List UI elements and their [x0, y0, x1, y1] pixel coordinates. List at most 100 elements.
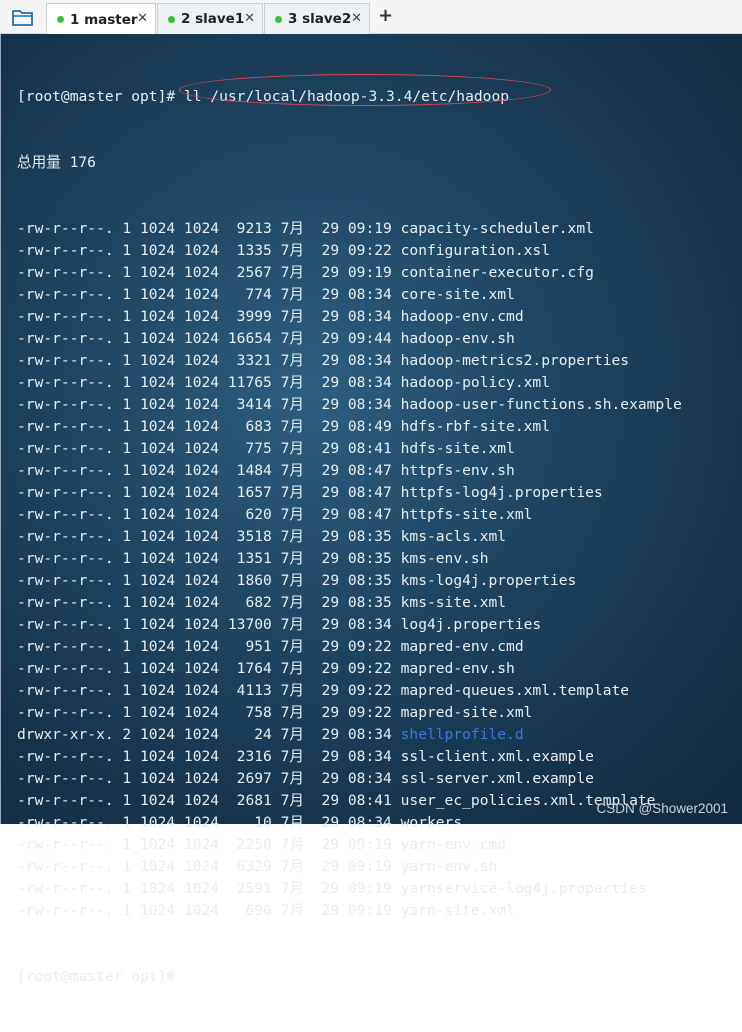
file-name: mapred-site.xml: [400, 704, 533, 721]
file-meta: -rw-r--r--. 1 1024 1024 3321 7月 29 08:34: [17, 352, 401, 369]
terminal-lines: [root@master opt]# ll /usr/local/hadoop-…: [17, 42, 682, 1032]
file-row: -rw-r--r--. 1 1024 1024 2697 7月 29 08:34…: [17, 768, 682, 790]
file-row: -rw-r--r--. 1 1024 1024 683 7月 29 08:49 …: [17, 416, 682, 438]
file-meta: -rw-r--r--. 1 1024 1024 682 7月 29 08:35: [17, 594, 401, 611]
file-name: workers: [400, 814, 463, 831]
file-row: -rw-r--r--. 1 1024 1024 951 7月 29 09:22 …: [17, 636, 682, 658]
prompt: [root@master opt]#: [17, 88, 184, 105]
file-row: -rw-r--r--. 1 1024 1024 1764 7月 29 09:22…: [17, 658, 682, 680]
file-meta: -rw-r--r--. 1 1024 1024 2250 7月 29 09:19: [17, 836, 401, 853]
file-meta: -rw-r--r--. 1 1024 1024 951 7月 29 09:22: [17, 638, 401, 655]
file-meta: -rw-r--r--. 1 1024 1024 2567 7月 29 09:19: [17, 264, 401, 281]
file-row: drwxr-xr-x. 2 1024 1024 24 7月 29 08:34 s…: [17, 724, 682, 746]
tab-slave1[interactable]: 2 slave1 ✕: [157, 3, 263, 34]
file-name: hadoop-metrics2.properties: [400, 352, 630, 369]
file-row: -rw-r--r--. 1 1024 1024 690 7月 29 09:19 …: [17, 900, 682, 922]
file-row: -rw-r--r--. 1 1024 1024 3999 7月 29 08:34…: [17, 306, 682, 328]
file-name: hadoop-policy.xml: [400, 374, 550, 391]
directory-name: shellprofile.d: [400, 726, 524, 743]
file-row: -rw-r--r--. 1 1024 1024 2681 7月 29 08:41…: [17, 790, 682, 812]
file-meta: -rw-r--r--. 1 1024 1024 1335 7月 29 09:22: [17, 242, 401, 259]
tab-slave2[interactable]: 3 slave2 ✕: [264, 3, 370, 34]
file-meta: -rw-r--r--. 1 1024 1024 620 7月 29 08:47: [17, 506, 401, 523]
file-meta: -rw-r--r--. 1 1024 1024 1484 7月 29 08:47: [17, 462, 401, 479]
file-meta: -rw-r--r--. 1 1024 1024 758 7月 29 09:22: [17, 704, 401, 721]
file-row: -rw-r--r--. 1 1024 1024 775 7月 29 08:41 …: [17, 438, 682, 460]
file-name: ssl-server.xml.example: [400, 770, 594, 787]
file-meta: -rw-r--r--. 1 1024 1024 3414 7月 29 08:34: [17, 396, 401, 413]
file-meta: -rw-r--r--. 1 1024 1024 2591 7月 29 09:19: [17, 880, 401, 897]
file-name: kms-site.xml: [400, 594, 507, 611]
file-row: -rw-r--r--. 1 1024 1024 620 7月 29 08:47 …: [17, 504, 682, 526]
file-meta: -rw-r--r--. 1 1024 1024 1657 7月 29 08:47: [17, 484, 401, 501]
file-row: -rw-r--r--. 1 1024 1024 2250 7月 29 09:19…: [17, 834, 682, 856]
file-row: -rw-r--r--. 1 1024 1024 1860 7月 29 08:35…: [17, 570, 682, 592]
status-dot-icon: [57, 16, 64, 23]
status-dot-icon: [275, 15, 282, 23]
file-name: kms-acls.xml: [400, 528, 507, 545]
file-row: -rw-r--r--. 1 1024 1024 11765 7月 29 08:3…: [17, 372, 682, 394]
file-meta: -rw-r--r--. 1 1024 1024 683 7月 29 08:49: [17, 418, 401, 435]
file-meta: -rw-r--r--. 1 1024 1024 13700 7月 29 08:3…: [17, 616, 401, 633]
file-name: kms-env.sh: [400, 550, 489, 567]
file-name: hdfs-rbf-site.xml: [400, 418, 550, 435]
file-row: -rw-r--r--. 1 1024 1024 3414 7月 29 08:34…: [17, 394, 682, 416]
file-name: configuration.xsl: [400, 242, 550, 259]
file-row: -rw-r--r--. 1 1024 1024 13700 7月 29 08:3…: [17, 614, 682, 636]
file-name: capacity-scheduler.xml: [400, 220, 594, 237]
tab-master[interactable]: 1 master ✕: [46, 3, 156, 35]
file-row: -rw-r--r--. 1 1024 1024 1484 7月 29 08:47…: [17, 460, 682, 482]
close-icon[interactable]: ✕: [244, 11, 255, 26]
file-meta: -rw-r--r--. 1 1024 1024 1764 7月 29 09:22: [17, 660, 401, 677]
file-row: -rw-r--r--. 1 1024 1024 2316 7月 29 08:34…: [17, 746, 682, 768]
file-row: -rw-r--r--. 1 1024 1024 1351 7月 29 08:35…: [17, 548, 682, 570]
tab-label: 1 master: [70, 11, 138, 28]
file-name: kms-log4j.properties: [400, 572, 577, 589]
file-row: -rw-r--r--. 1 1024 1024 9213 7月 29 09:19…: [17, 218, 682, 240]
terminal-output[interactable]: [root@master opt]# ll /usr/local/hadoop-…: [0, 34, 742, 985]
file-row: -rw-r--r--. 1 1024 1024 682 7月 29 08:35 …: [17, 592, 682, 614]
file-row: -rw-r--r--. 1 1024 1024 10 7月 29 08:34 w…: [17, 812, 682, 834]
close-icon[interactable]: ✕: [351, 11, 362, 26]
file-name: hdfs-site.xml: [400, 440, 515, 457]
file-name: hadoop-env.cmd: [400, 308, 524, 325]
file-name: mapred-queues.xml.template: [400, 682, 630, 699]
watermark: CSDN @Shower2001: [596, 801, 728, 816]
file-name: core-site.xml: [400, 286, 515, 303]
prompt-line: [root@master opt]#: [17, 968, 176, 985]
tab-bar: 1 master ✕ 2 slave1 ✕ 3 slave2 ✕ +: [0, 0, 742, 35]
file-row: -rw-r--r--. 1 1024 1024 3518 7月 29 08:35…: [17, 526, 682, 548]
file-name: log4j.properties: [400, 616, 542, 633]
file-meta: -rw-r--r--. 1 1024 1024 9213 7月 29 09:19: [17, 220, 401, 237]
file-meta: -rw-r--r--. 1 1024 1024 774 7月 29 08:34: [17, 286, 401, 303]
file-meta: -rw-r--r--. 1 1024 1024 690 7月 29 09:19: [17, 902, 401, 919]
file-row: -rw-r--r--. 1 1024 1024 4113 7月 29 09:22…: [17, 680, 682, 702]
highlight-ellipse: [179, 74, 551, 106]
file-row: -rw-r--r--. 1 1024 1024 16654 7月 29 09:4…: [17, 328, 682, 350]
file-row: -rw-r--r--. 1 1024 1024 3321 7月 29 08:34…: [17, 350, 682, 372]
file-meta: -rw-r--r--. 1 1024 1024 4113 7月 29 09:22: [17, 682, 401, 699]
new-tab-button[interactable]: +: [378, 5, 393, 26]
file-name: yarn-site.xml: [400, 902, 515, 919]
file-meta: -rw-r--r--. 1 1024 1024 1351 7月 29 08:35: [17, 550, 401, 567]
file-meta: -rw-r--r--. 1 1024 1024 2697 7月 29 08:34: [17, 770, 401, 787]
file-name: mapred-env.cmd: [400, 638, 524, 655]
file-meta: -rw-r--r--. 1 1024 1024 11765 7月 29 08:3…: [17, 374, 401, 391]
folder-icon[interactable]: [8, 5, 38, 29]
file-row: -rw-r--r--. 1 1024 1024 774 7月 29 08:34 …: [17, 284, 682, 306]
file-row: -rw-r--r--. 1 1024 1024 2591 7月 29 09:19…: [17, 878, 682, 900]
file-row: -rw-r--r--. 1 1024 1024 1657 7月 29 08:47…: [17, 482, 682, 504]
file-name: httpfs-env.sh: [400, 462, 515, 479]
file-name: ssl-client.xml.example: [400, 748, 594, 765]
file-meta: -rw-r--r--. 1 1024 1024 775 7月 29 08:41: [17, 440, 401, 457]
file-meta: -rw-r--r--. 1 1024 1024 1860 7月 29 08:35: [17, 572, 401, 589]
file-meta: -rw-r--r--. 1 1024 1024 3999 7月 29 08:34: [17, 308, 401, 325]
status-dot-icon: [168, 15, 175, 23]
close-icon[interactable]: ✕: [137, 11, 148, 26]
file-name: yarn-env.sh: [400, 858, 498, 875]
file-name: httpfs-site.xml: [400, 506, 533, 523]
file-meta: drwxr-xr-x. 2 1024 1024 24 7月 29 08:34: [17, 726, 401, 743]
file-meta: -rw-r--r--. 1 1024 1024 2681 7月 29 08:41: [17, 792, 401, 809]
file-name: yarn-env.cmd: [400, 836, 507, 853]
file-name: container-executor.cfg: [400, 264, 594, 281]
